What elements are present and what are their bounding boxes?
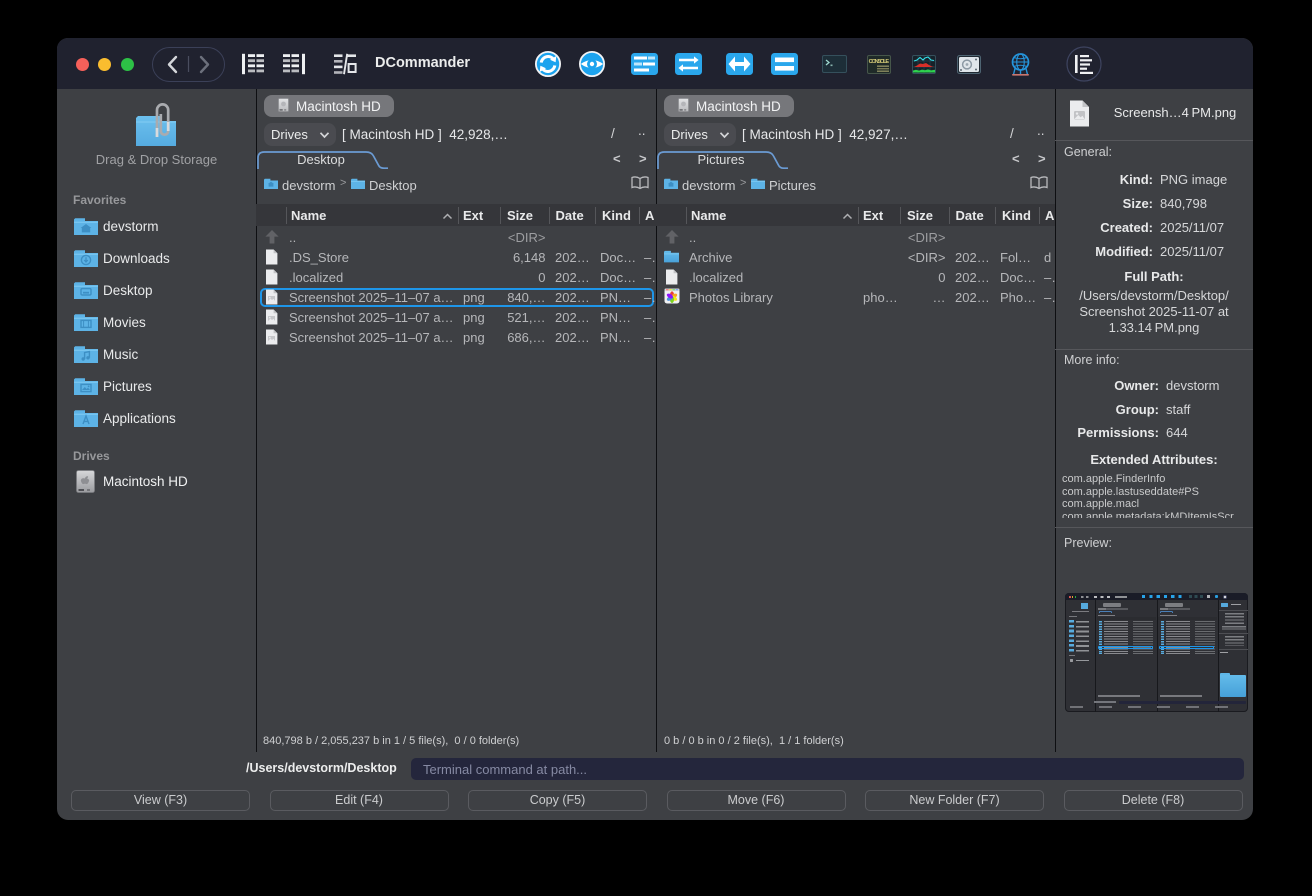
svg-text:CONSOLE: CONSOLE [869, 59, 890, 65]
